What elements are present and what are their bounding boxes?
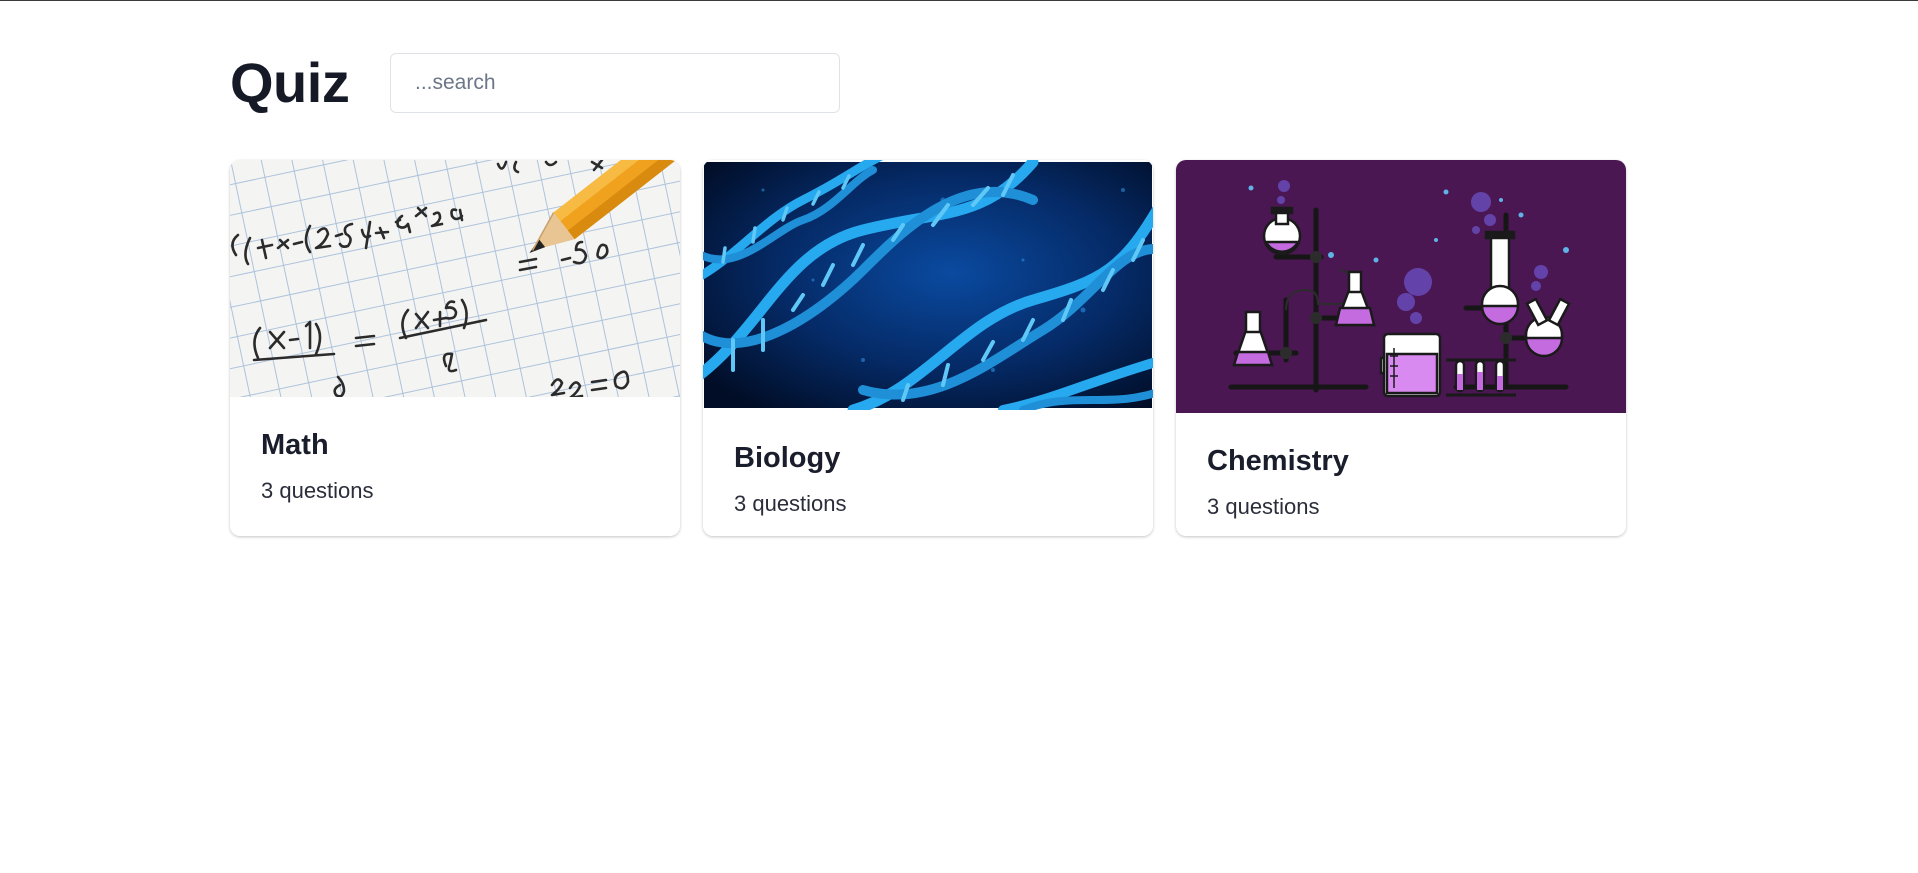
card-title: Math: [261, 429, 329, 461]
page-title: Quiz: [230, 51, 350, 114]
card-title: Chemistry: [1207, 445, 1349, 477]
chemistry-lab-flasks-image: [1176, 160, 1626, 413]
header: Quiz: [230, 51, 840, 115]
question-count: 3 questions: [261, 478, 374, 503]
question-count: 3 questions: [1207, 494, 1320, 519]
card-title: Biology: [734, 442, 841, 474]
dna-helix-image: [703, 160, 1153, 410]
search-input[interactable]: [390, 53, 840, 113]
card-body: Chemistry 3 questions: [1176, 413, 1626, 521]
quiz-card-grid: Math 3 questions Biology 3 questions Che…: [230, 160, 1626, 536]
quiz-card-math[interactable]: Math 3 questions: [230, 160, 680, 536]
question-count: 3 questions: [734, 491, 847, 516]
quiz-card-biology[interactable]: Biology 3 questions: [703, 160, 1153, 536]
quiz-card-chemistry[interactable]: Chemistry 3 questions: [1176, 160, 1626, 536]
math-worksheet-pencil-image: [230, 160, 680, 397]
card-body: Math 3 questions: [230, 397, 680, 505]
card-body: Biology 3 questions: [703, 410, 1153, 518]
